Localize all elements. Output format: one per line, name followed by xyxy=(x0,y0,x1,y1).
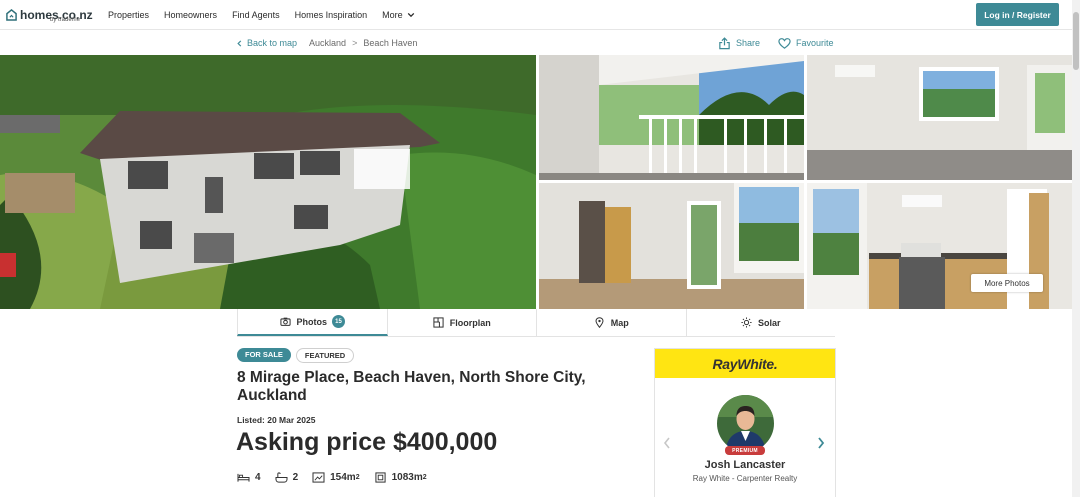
listing-badges: FOR SALE FEATURED xyxy=(237,348,355,363)
bathrooms-feature: 2 xyxy=(275,472,299,483)
login-register-button[interactable]: Log in / Register xyxy=(976,3,1059,26)
nav-properties[interactable]: Properties xyxy=(108,10,149,20)
breadcrumb-auckland[interactable]: Auckland xyxy=(309,38,346,48)
asking-price: Asking price $400,000 xyxy=(236,428,498,456)
chevron-right-icon[interactable] xyxy=(817,437,825,449)
homes-logo[interactable]: homes.co.nz by trademe xyxy=(6,0,96,30)
tab-map-label: Map xyxy=(610,317,629,328)
photo-balcony[interactable] xyxy=(539,55,804,180)
chevron-down-icon xyxy=(407,12,414,17)
agent-office: Ray White - Carpenter Realty xyxy=(692,474,798,483)
tab-photos-label: Photos xyxy=(296,316,328,327)
bedrooms-count: 4 xyxy=(255,472,261,483)
back-to-map-link[interactable]: Back to map xyxy=(236,38,297,48)
agent-card: RayWhite. PREMIUM Josh Lancaster Ray Whi… xyxy=(654,348,836,497)
scrollbar-thumb[interactable] xyxy=(1073,12,1079,70)
nav-more-label: More xyxy=(382,9,403,20)
floor-area-value: 154m xyxy=(330,472,356,483)
agency-logo[interactable]: RayWhite. xyxy=(655,349,835,378)
land-area-unit-sup: 2 xyxy=(422,474,427,481)
listing-address: 8 Mirage Place, Beach Haven, North Shore… xyxy=(237,369,586,404)
floorplan-icon xyxy=(433,317,444,328)
share-button[interactable]: Share xyxy=(718,36,761,50)
more-photos-button[interactable]: More Photos xyxy=(971,274,1043,292)
main-photo-house-exterior[interactable] xyxy=(0,55,536,309)
house-icon xyxy=(6,8,17,21)
floor-area-unit-sup: 2 xyxy=(355,474,360,481)
nav-homeowners[interactable]: Homeowners xyxy=(164,10,217,20)
agent-avatar[interactable] xyxy=(717,395,774,452)
floor-area-icon xyxy=(312,472,325,483)
tab-solar[interactable]: Solar xyxy=(687,309,836,336)
land-area-value: 1083m xyxy=(391,472,423,483)
tab-floorplan-label: Floorplan xyxy=(449,317,491,328)
heart-icon xyxy=(778,37,791,49)
nav-find-agents[interactable]: Find Agents xyxy=(232,10,280,20)
listed-date: Listed: 20 Mar 2025 xyxy=(237,415,316,425)
featured-badge: FEATURED xyxy=(295,348,355,363)
tab-photos[interactable]: Photos 15 xyxy=(237,309,388,336)
map-pin-icon xyxy=(595,317,604,328)
main-nav: Properties Homeowners Find Agents Homes … xyxy=(108,10,430,20)
logo-subtext: by trademe xyxy=(50,16,81,23)
agent-name[interactable]: Josh Lancaster xyxy=(655,459,835,471)
chevron-left-icon[interactable] xyxy=(663,437,671,449)
chevron-left-icon xyxy=(237,39,242,47)
media-tabs: Photos 15 Floorplan Map Solar xyxy=(237,309,835,337)
photo-bedroom[interactable] xyxy=(539,183,804,309)
tab-floorplan[interactable]: Floorplan xyxy=(388,309,537,336)
land-area-icon xyxy=(375,472,386,483)
top-navigation-bar: homes.co.nz by trademe Properties Homeow… xyxy=(0,0,1072,30)
bathrooms-count: 2 xyxy=(292,472,299,483)
sun-icon xyxy=(741,317,752,328)
premium-badge: PREMIUM xyxy=(725,446,765,455)
share-icon xyxy=(719,36,730,49)
listing-actions: Share Favourite xyxy=(718,31,852,55)
page-scrollbar[interactable] xyxy=(1072,0,1080,497)
land-area-feature: 1083m 2 xyxy=(374,472,427,483)
breadcrumb-separator: > xyxy=(352,38,358,48)
photo-gallery xyxy=(0,55,1072,309)
breadcrumb: Back to map Auckland > Beach Haven xyxy=(236,31,417,55)
property-features: 4 2 154m 2 1083m 2 xyxy=(237,472,441,483)
camera-icon xyxy=(279,317,291,326)
bath-icon xyxy=(275,472,288,483)
photo-living-room[interactable] xyxy=(807,55,1072,180)
share-label: Share xyxy=(736,38,761,48)
photo-count-badge: 15 xyxy=(332,315,345,328)
bed-icon xyxy=(237,473,250,482)
bedrooms-feature: 4 xyxy=(237,472,261,483)
nav-homes-inspiration[interactable]: Homes Inspiration xyxy=(295,10,368,20)
breadcrumb-beach-haven[interactable]: Beach Haven xyxy=(363,38,417,48)
favourite-label: Favourite xyxy=(796,38,834,48)
tab-map[interactable]: Map xyxy=(537,309,687,336)
tab-solar-label: Solar xyxy=(757,317,781,328)
floor-area-feature: 154m 2 xyxy=(312,472,360,483)
nav-more[interactable]: More xyxy=(382,10,415,20)
back-to-map-label: Back to map xyxy=(247,38,298,48)
for-sale-badge: FOR SALE xyxy=(237,348,291,362)
favourite-button[interactable]: Favourite xyxy=(778,37,834,50)
